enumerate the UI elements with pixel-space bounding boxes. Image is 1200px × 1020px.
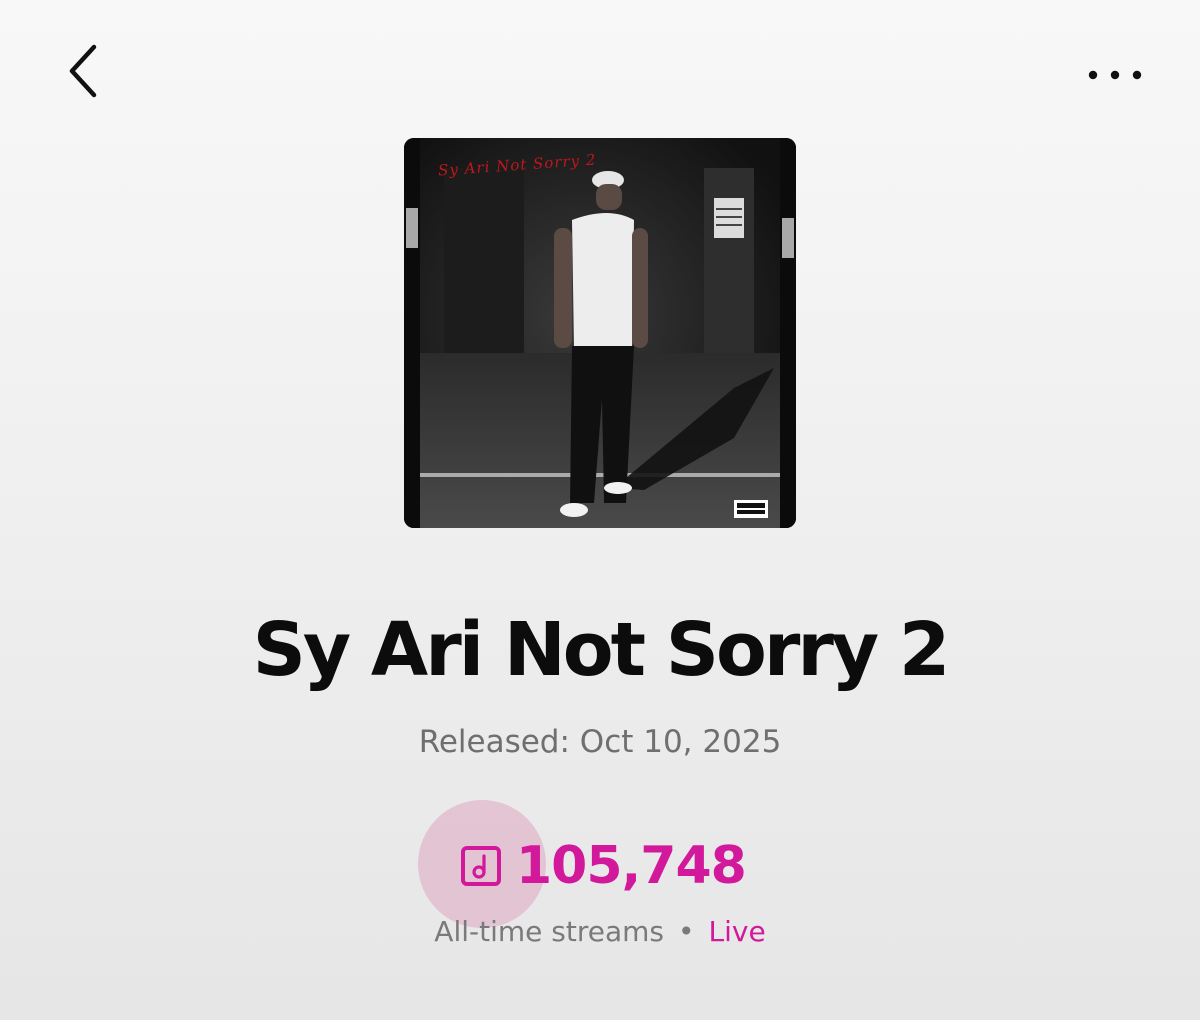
back-button[interactable]	[56, 38, 112, 108]
stream-count: 105,748	[516, 836, 747, 896]
more-options-button[interactable]	[1080, 50, 1150, 100]
streams-caption: All-time streams • Live	[0, 910, 1200, 954]
more-horizontal-icon	[1087, 66, 1143, 85]
album-cover: Sy Ari Not Sorry 2	[404, 138, 796, 528]
streams-counter[interactable]: 105,748	[460, 834, 747, 898]
live-link[interactable]: Live	[709, 915, 766, 948]
streams-label: All-time streams	[434, 915, 664, 948]
release-date: Released: Oct 10, 2025	[418, 724, 782, 760]
music-note-icon	[460, 845, 502, 887]
separator-dot: •	[677, 915, 695, 948]
album-title: Sy Ari Not Sorry 2	[252, 607, 951, 693]
chevron-left-icon	[64, 41, 104, 105]
